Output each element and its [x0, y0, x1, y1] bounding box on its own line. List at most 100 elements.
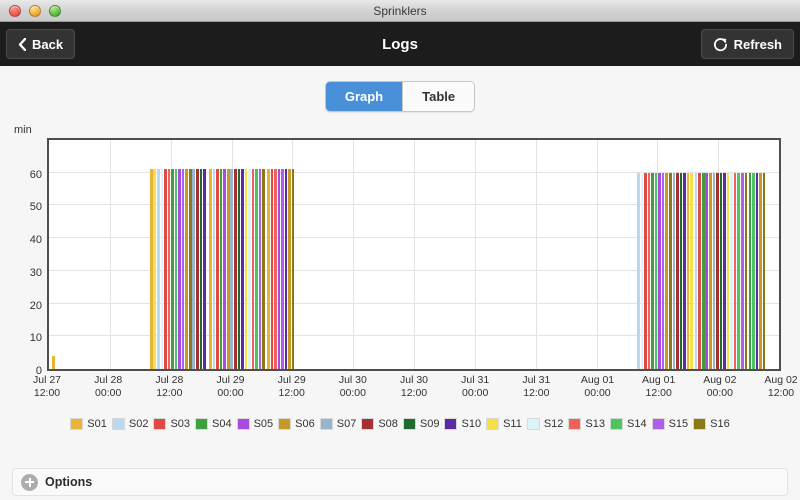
chart-bar [251, 169, 255, 369]
logs-chart: min 0 10 20 30 40 50 60 Jul 27 12:00 Jul 28 00:00… [14, 124, 798, 414]
legend-swatch [195, 418, 209, 430]
chart-bar [712, 172, 716, 369]
chart-bar [705, 172, 709, 369]
legend-swatch [153, 418, 167, 430]
legend-item[interactable]: S11 [486, 418, 522, 430]
x-axis-tick-label: Aug 02 00:00 [703, 374, 737, 399]
chart-bar [223, 169, 226, 369]
chart-bar [230, 169, 234, 369]
chart-bar [277, 169, 281, 369]
chart-bar [658, 172, 661, 369]
options-button[interactable]: Options [12, 468, 788, 496]
legend-item[interactable]: S13 [568, 418, 605, 430]
legend-swatch [402, 418, 416, 430]
chart-bar [668, 172, 672, 369]
zoom-button[interactable] [49, 4, 61, 17]
legend-label: S12 [543, 418, 564, 430]
chart-bar [241, 169, 244, 369]
legend-item[interactable]: S01 [70, 418, 107, 430]
view-switch-option-table[interactable]: Table [403, 82, 475, 111]
chart-bar [744, 172, 748, 369]
legend-label: S16 [710, 418, 730, 430]
plus-circle-icon [21, 473, 38, 491]
legend-label: S13 [585, 418, 605, 430]
chart-bar [716, 172, 719, 369]
gridline-vertical [474, 140, 476, 369]
chart-bar [178, 169, 181, 369]
legend-item[interactable]: S16 [693, 418, 730, 430]
chart-bar [709, 172, 712, 369]
chart-bar [188, 169, 192, 369]
minimize-button[interactable] [29, 4, 41, 17]
chart-bar [759, 172, 762, 369]
legend-item[interactable]: S03 [153, 418, 190, 430]
chart-bar [167, 169, 171, 369]
chart-bar [637, 172, 640, 369]
legend-item[interactable]: S02 [111, 418, 148, 430]
chart-bar [698, 172, 701, 369]
legend-swatch [111, 418, 125, 430]
chart-bar [219, 169, 223, 369]
chart-bar [255, 169, 258, 369]
legend-label: S14 [626, 418, 647, 430]
chart-bar [752, 172, 755, 369]
legend-item[interactable]: S15 [651, 418, 688, 430]
chart-bar [153, 169, 157, 369]
back-button-label: Back [32, 36, 64, 52]
gridline-vertical [779, 140, 780, 369]
x-axis-tick-label: Jul 29 00:00 [216, 374, 245, 399]
x-axis-tick-label: Aug 02 12:00 [764, 374, 798, 399]
window-controls [0, 4, 61, 17]
x-axis-tick-label: Aug 01 00:00 [580, 374, 615, 399]
chart-bar [679, 172, 683, 369]
chart-bar [171, 169, 174, 369]
chart-bar [654, 172, 658, 369]
gridline-vertical [596, 140, 598, 369]
chart-bar [644, 172, 647, 369]
back-button[interactable]: Back [6, 29, 76, 59]
chart-bar [640, 172, 644, 369]
x-axis-tick-label: Jul 28 12:00 [155, 374, 184, 399]
window-titlebar: Sprinklers [0, 0, 800, 22]
chart-bar [199, 169, 203, 369]
legend-item[interactable]: S07 [319, 418, 356, 430]
y-axis-tick-label: 40 [29, 234, 42, 247]
close-button[interactable] [9, 4, 21, 17]
legend-item[interactable]: S05 [236, 418, 273, 430]
legend-item[interactable]: S10 [444, 418, 481, 430]
x-axis-tick-label: Jul 29 12:00 [277, 374, 306, 399]
y-axis-tick-label: 20 [29, 299, 42, 312]
refresh-button-label: Refresh [733, 36, 782, 52]
legend-item[interactable]: S04 [195, 418, 232, 430]
legend-swatch [319, 418, 333, 430]
legend-item[interactable]: S09 [402, 418, 439, 430]
y-axis-tick-label: 30 [29, 266, 42, 279]
chevron-left-icon [18, 37, 26, 51]
view-switch[interactable]: Graph Table [324, 81, 476, 112]
legend-swatch [693, 418, 707, 430]
x-axis-tick-label: Aug 01 12:00 [642, 374, 676, 399]
chart-bar [226, 169, 230, 369]
legend-label: S03 [170, 418, 191, 430]
plot-area [47, 138, 781, 371]
refresh-button[interactable]: Refresh [700, 29, 794, 59]
chart-bar [160, 169, 164, 369]
chart-bar [52, 355, 55, 369]
x-axis-tick-label: Jul 31 00:00 [461, 374, 490, 399]
chart-bar [748, 172, 752, 369]
chart-bar [762, 172, 766, 369]
legend-item[interactable]: S08 [361, 418, 398, 430]
x-axis-tick-label: Jul 27 12:00 [32, 374, 62, 399]
view-switch-option-graph[interactable]: Graph [325, 82, 404, 111]
legend-item[interactable]: S12 [526, 418, 564, 430]
legend-item[interactable]: S14 [609, 418, 647, 430]
chart-bar [740, 172, 744, 369]
chart-bar [244, 169, 248, 369]
chart-bar [281, 169, 284, 369]
legend-item[interactable]: S06 [278, 418, 315, 430]
navigation-bar: Back Logs Refresh [0, 22, 800, 66]
chart-bar [181, 169, 185, 369]
legend-swatch [444, 418, 458, 430]
chart-bar [288, 169, 291, 369]
chart-bar [690, 172, 693, 369]
